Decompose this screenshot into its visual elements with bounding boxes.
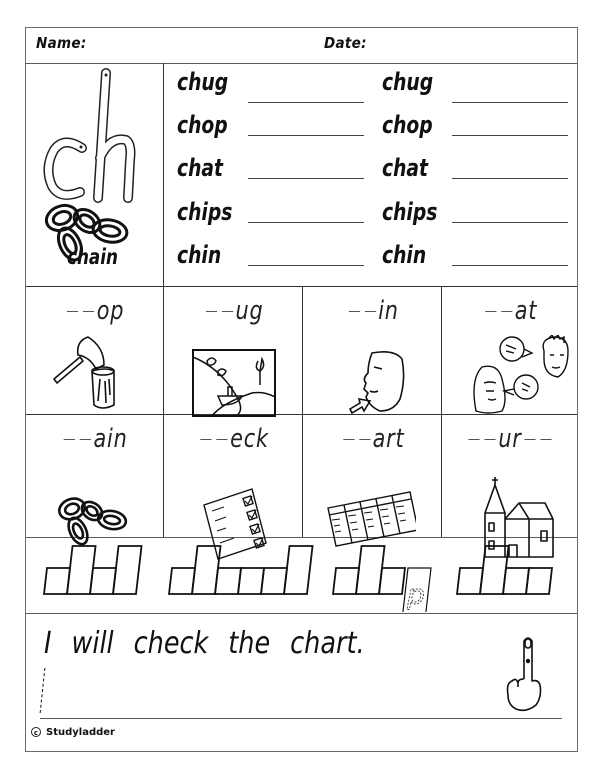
fill-in-cell-art[interactable]: art [318, 424, 428, 454]
sentence-section-divider [26, 613, 577, 614]
name-label: Name: [36, 34, 87, 52]
face-pointing-chin-icon [348, 351, 405, 415]
blank-line[interactable] [63, 439, 76, 440]
letter-box-tall[interactable] [111, 545, 143, 595]
boat-river-scene-icon [192, 349, 276, 417]
blank-line[interactable] [342, 439, 355, 440]
letter-box-short[interactable] [524, 567, 554, 595]
word: chips [177, 198, 233, 226]
pointing-finger-icon [506, 637, 542, 712]
fill-in-cell-ur[interactable]: ur [456, 424, 563, 454]
letter-box-short[interactable] [377, 567, 407, 595]
blank-line[interactable] [485, 311, 497, 312]
word: chin [382, 241, 427, 269]
write-line[interactable] [248, 102, 364, 103]
blank-line[interactable] [484, 439, 496, 440]
date-label: Date: [324, 34, 367, 52]
write-line[interactable] [452, 265, 568, 266]
people-chatting-icon [473, 335, 569, 414]
blank-line[interactable] [501, 311, 513, 312]
letter-box-short[interactable] [88, 567, 118, 595]
trace-letter-hint: p [406, 578, 425, 611]
word: chat [177, 154, 224, 182]
letter-box-short[interactable] [455, 567, 485, 595]
write-line[interactable] [248, 222, 364, 223]
picture-label: chain [67, 245, 118, 269]
blank-line[interactable] [524, 439, 536, 440]
letter-box-short[interactable] [501, 567, 531, 595]
write-line[interactable] [452, 135, 568, 136]
word: chips [382, 198, 438, 226]
write-line[interactable] [248, 178, 364, 179]
brand-name: Studyladder [46, 727, 115, 738]
blank-line[interactable] [79, 439, 92, 440]
blank-line[interactable] [364, 311, 376, 312]
word: chin [177, 241, 222, 269]
word-ending: ug [235, 296, 264, 326]
fill-in-cell-ain[interactable]: ain [40, 424, 150, 454]
blank-line[interactable] [216, 439, 228, 440]
letter-box-short[interactable] [167, 567, 197, 595]
letter-box-short[interactable] [331, 567, 361, 595]
word: chat [382, 154, 429, 182]
letter-box-short[interactable] [236, 567, 266, 595]
word: chop [177, 111, 228, 139]
word-ending: ain [93, 424, 128, 454]
fill-in-cell-in[interactable]: in [318, 296, 428, 326]
word: chug [177, 68, 229, 96]
letter-box-short[interactable] [213, 567, 243, 595]
grid-divider [441, 286, 442, 537]
letter-box-short[interactable] [42, 567, 72, 595]
fill-in-cell-at[interactable]: at [456, 296, 563, 326]
fill-in-cell-op[interactable]: op [40, 296, 150, 326]
write-line[interactable] [452, 178, 568, 179]
write-line[interactable] [248, 135, 364, 136]
digraph-panel-divider [163, 63, 164, 287]
blank-line[interactable] [67, 311, 79, 312]
word-ending: op [96, 296, 125, 326]
write-line[interactable] [248, 265, 364, 266]
word: chop [382, 111, 433, 139]
word-ending: art [372, 424, 405, 454]
worksheet: Name: Date: chain chug chop chat chips c… [25, 27, 578, 752]
write-line[interactable] [452, 222, 568, 223]
grid-divider [302, 286, 303, 537]
fill-in-cell-eck[interactable]: eck [179, 424, 289, 454]
blank-line[interactable] [221, 311, 234, 312]
blank-line[interactable] [205, 311, 218, 312]
copyright-icon: c [31, 727, 41, 737]
axe-chopping-stump-icon [53, 336, 115, 409]
word: chug [382, 68, 434, 96]
sentence-write-line[interactable] [40, 718, 562, 719]
blank-line[interactable] [83, 311, 95, 312]
blank-line[interactable] [200, 439, 212, 440]
letter-box-tall[interactable] [282, 545, 314, 595]
grid-divider [163, 286, 164, 537]
word-ending: eck [230, 424, 269, 454]
blank-line[interactable] [358, 439, 371, 440]
word-ending: in [378, 296, 399, 326]
blank-line[interactable] [468, 439, 480, 440]
word-ending: ur [498, 424, 522, 454]
word-ending: at [514, 296, 538, 326]
fill-in-cell-ug[interactable]: ug [179, 296, 289, 326]
blank-line[interactable] [540, 439, 552, 440]
word-shape-boxes: p [42, 545, 554, 612]
letter-box-short[interactable] [259, 567, 289, 595]
trace-start-mark [39, 668, 46, 713]
write-line[interactable] [452, 102, 568, 103]
copyright-footer: c Studyladder [31, 727, 115, 738]
sentence-text: I will check the chart. [44, 626, 365, 661]
header-divider [26, 63, 577, 64]
blank-line[interactable] [348, 311, 360, 312]
